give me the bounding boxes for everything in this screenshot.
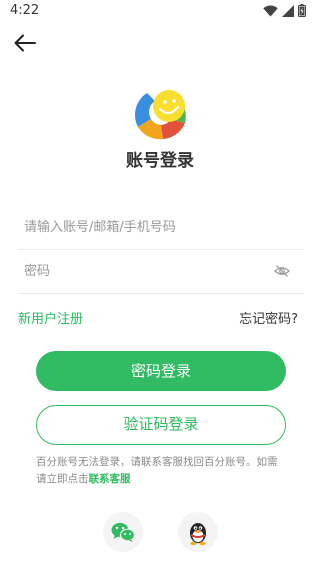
- arrow-left-icon: [14, 34, 36, 52]
- password-input[interactable]: [24, 249, 264, 293]
- code-login-button[interactable]: 验证码登录: [36, 405, 286, 445]
- battery-icon: [298, 4, 306, 17]
- account-input[interactable]: [24, 205, 264, 249]
- status-bar: 4:22: [0, 0, 320, 24]
- account-field: [18, 205, 304, 250]
- wechat-icon: [111, 523, 136, 542]
- wechat-login-button[interactable]: [103, 512, 143, 552]
- eye-off-icon: [274, 265, 290, 277]
- toggle-password-visibility-button[interactable]: [274, 263, 290, 279]
- signal-icon: [282, 4, 294, 17]
- qq-login-button[interactable]: [178, 512, 218, 552]
- password-login-button[interactable]: 密码登录: [36, 351, 286, 391]
- wifi-icon: [263, 5, 278, 17]
- contact-support-link[interactable]: 联系客服: [89, 473, 131, 485]
- status-time: 4:22: [10, 3, 40, 18]
- page-title: 账号登录: [126, 151, 194, 171]
- register-link[interactable]: 新用户注册: [18, 308, 83, 327]
- app-logo: [133, 85, 189, 141]
- help-note: 百分账号无法登录，请联系客服找回百分账号。如需请立即点击联系客服: [36, 454, 286, 488]
- help-note-text: 百分账号无法登录，请联系客服找回百分账号。如需请立即点击: [36, 456, 278, 485]
- status-icons: [263, 4, 306, 17]
- password-field: [18, 249, 304, 294]
- forgot-password-link[interactable]: 忘记密码?: [239, 308, 298, 327]
- qq-penguin-icon: [190, 523, 206, 546]
- back-button[interactable]: [12, 30, 40, 56]
